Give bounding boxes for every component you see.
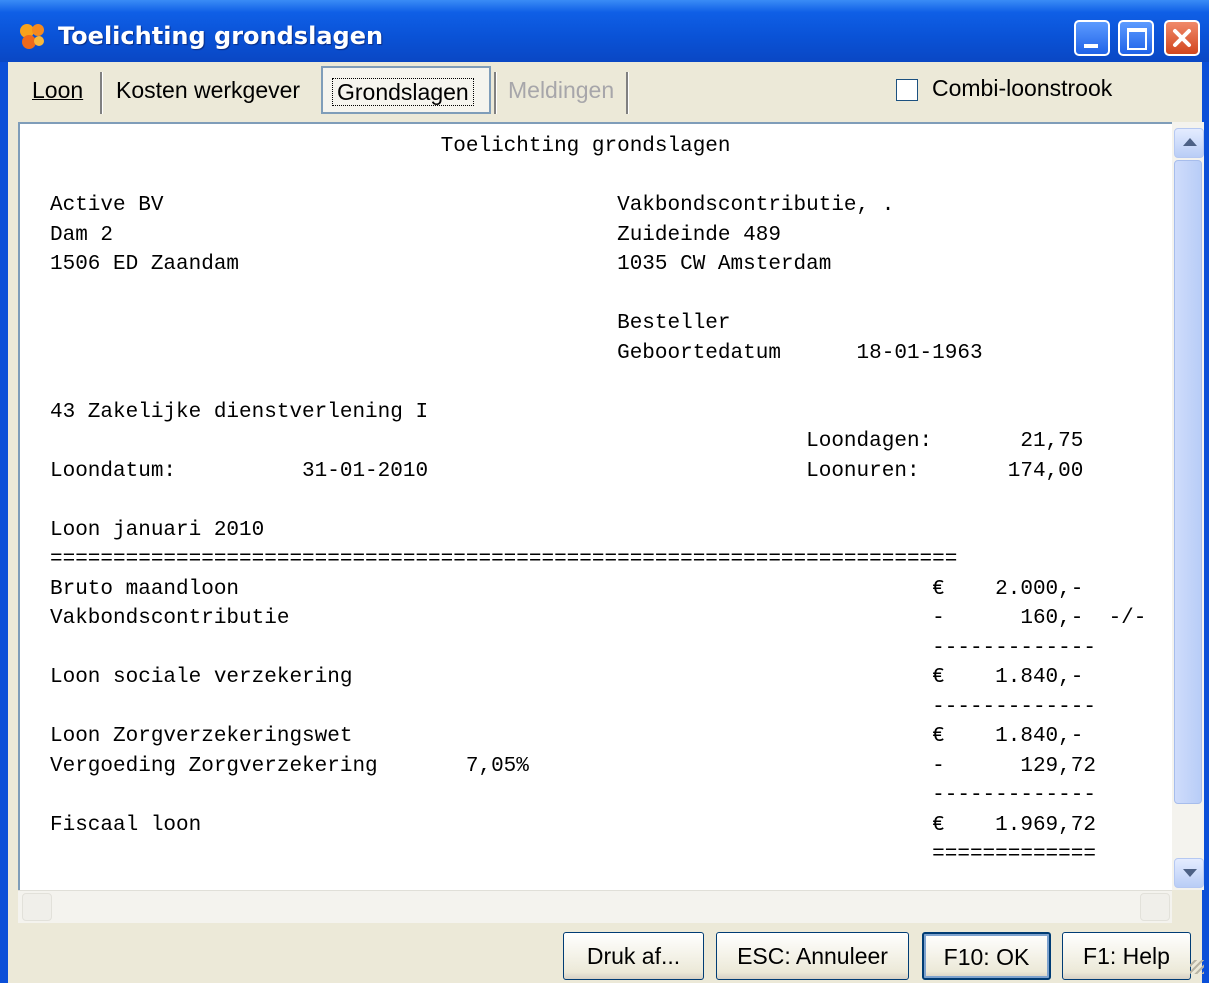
document-line: Vergoeding Zorgverzekering 7,05% - 129,7… [50, 754, 1096, 778]
document-line: Active BV Vakbondscontributie, . [50, 194, 895, 217]
document-panel: Toelichting grondslagen Active BV Vakbon… [18, 122, 1178, 890]
document-line: 43 Zakelijke dienstverlening I [50, 400, 429, 424]
scroll-up-button[interactable] [1174, 128, 1204, 158]
horizontal-scrollbar[interactable] [18, 890, 1172, 923]
checkbox-box[interactable] [896, 79, 918, 101]
tab-separator [626, 72, 629, 114]
minimize-icon [1084, 44, 1098, 48]
cancel-button-label: ESC: Annuleer [737, 943, 888, 969]
scroll-right-button[interactable] [1140, 893, 1170, 921]
document-line: Loon Zorgverzekeringswet € 1.840,- [50, 725, 1084, 748]
close-button[interactable] [1164, 20, 1200, 56]
maximize-button[interactable] [1118, 20, 1154, 56]
chevron-up-icon [1183, 138, 1197, 146]
document-line: Fiscaal loon € 1.969,72 [50, 813, 1096, 837]
chevron-down-icon [1183, 869, 1197, 877]
vertical-scrollbar[interactable] [1172, 122, 1204, 890]
document-line: ------------- [50, 784, 1096, 807]
tab-meldingen[interactable]: Meldingen [498, 66, 624, 114]
help-button-label: F1: Help [1083, 943, 1170, 969]
document-line: Bruto maandloon € 2.000,- [50, 577, 1084, 601]
document-line: ------------- [50, 695, 1096, 719]
document-line: Geboortedatum 18-01-1963 [50, 341, 983, 365]
scroll-thumb[interactable] [1174, 160, 1202, 804]
document-line: Dam 2 Zuideinde 489 [50, 223, 781, 247]
help-button[interactable]: F1: Help [1062, 932, 1191, 980]
document-text: Toelichting grondslagen Active BV Vakbon… [50, 132, 1146, 870]
document-line: Loondatum: 31-01-2010 Loonuren: 174,00 [50, 459, 1084, 483]
scroll-down-button[interactable] [1174, 858, 1204, 888]
document-line: Vakbondscontributie - 160,- -/- [50, 607, 1147, 630]
resize-grip[interactable] [1190, 960, 1204, 974]
tab-kosten-werkgever-label: Kosten werkgever [116, 77, 301, 103]
tab-loon[interactable]: Loon [22, 66, 93, 114]
document-line: ============= [50, 843, 1096, 866]
dialog-window: Toelichting grondslagen Loon Kosten werk… [0, 0, 1209, 983]
document-line: ========================================… [50, 548, 958, 571]
ok-button[interactable]: F10: OK [922, 932, 1051, 980]
print-button-label: Druk af... [586, 943, 681, 969]
tab-separator [100, 72, 103, 114]
print-button[interactable]: Druk af... [563, 932, 704, 980]
title-bar[interactable]: Toelichting grondslagen [0, 0, 1209, 62]
combi-loonstrook-label: Combi-loonstrook [932, 75, 1113, 101]
document-line: Loon januari 2010 [50, 518, 265, 542]
tab-grondslagen[interactable]: Grondslagen [321, 66, 491, 114]
cancel-button[interactable]: ESC: Annuleer [716, 932, 909, 980]
tab-loon-label: Loon [32, 77, 84, 103]
close-icon [1173, 29, 1191, 47]
app-logo-icon [20, 24, 44, 49]
maximize-icon [1127, 28, 1147, 50]
document-line: Besteller [50, 312, 731, 335]
tab-meldingen-label: Meldingen [508, 77, 615, 103]
document-line: ------------- [50, 636, 1096, 660]
document-line: Toelichting grondslagen [50, 135, 731, 158]
minimize-button[interactable] [1074, 20, 1110, 56]
document-line: Loondagen: 21,75 [50, 430, 1084, 453]
tab-grondslagen-label: Grondslagen [332, 78, 474, 106]
scroll-left-button[interactable] [22, 893, 52, 921]
tab-separator [494, 72, 497, 114]
document-line: Loon sociale verzekering € 1.840,- [50, 666, 1084, 689]
window-title: Toelichting grondslagen [58, 22, 384, 50]
tab-kosten-werkgever[interactable]: Kosten werkgever [106, 66, 310, 114]
document-line: 1506 ED Zaandam 1035 CW Amsterdam [50, 253, 832, 276]
ok-button-label: F10: OK [943, 944, 1030, 970]
